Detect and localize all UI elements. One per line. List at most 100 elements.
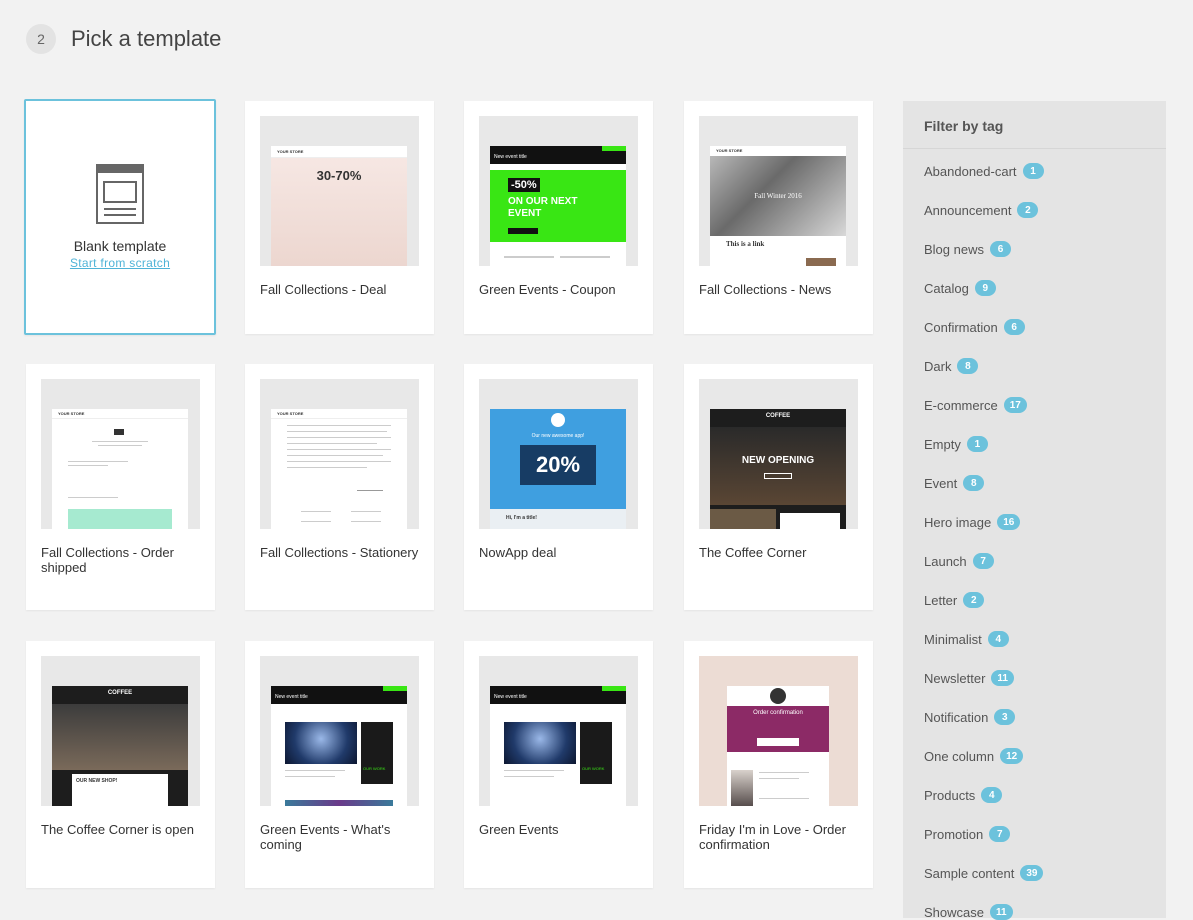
template-card[interactable]: YOUR STORE Fall Collections - Order ship… [26,364,215,610]
template-card[interactable]: Our new awesome app! 20% Hi, I'm a title… [464,364,653,610]
tag-count-badge: 11 [991,670,1014,686]
template-thumbnail: New event title OUR WORK [260,656,419,806]
tag-count-badge: 1 [1022,163,1044,179]
template-card[interactable]: New event title OUR WORK Green Events [464,641,653,888]
news-banner: Fall Winter 2016 [754,192,802,200]
template-card[interactable]: New event title -50% ON OUR NEXT EVENT G… [464,101,653,334]
step-number: 2 [26,24,56,54]
tag-count-badge: 17 [1003,397,1027,413]
tag-filter-item[interactable]: Hero image 16 [924,514,1021,530]
tag-filter-item[interactable]: Launch 7 [924,553,994,569]
tag-name: Newsletter [924,670,986,686]
template-thumbnail: YOUR STORE [260,379,419,529]
tag-name: Announcement [924,202,1012,218]
tag-count-badge: 6 [1003,319,1025,335]
tag-name: Launch [924,553,967,569]
tag-count-badge: 12 [1000,748,1024,764]
nowapp-discount: 20% [520,445,596,485]
template-label: Green Events - What's coming [260,822,391,852]
discount-badge: -50% [508,178,540,192]
template-thumbnail: YOUR STORE Fall Winter 2016 This is a li… [699,116,858,266]
tag-count-badge: 1 [966,436,988,452]
template-label: Friday I'm in Love - Order confirmation [699,822,846,852]
tag-filter-item[interactable]: Minimalist 4 [924,631,1009,647]
nowapp-sub: Our new awesome app! [531,433,585,439]
tag-filter-item[interactable]: Catalog 9 [924,280,996,296]
tag-filter-item[interactable]: Promotion 7 [924,826,1011,842]
tag-filter-item[interactable]: Newsletter 11 [924,670,1014,686]
template-thumbnail: New event title -50% ON OUR NEXT EVENT [479,116,638,266]
tag-name: One column [924,748,995,764]
tag-filter-item[interactable]: Abandoned-cart 1 [924,163,1044,179]
store-header: YOUR STORE [52,409,188,419]
page-title: Pick a template [71,26,222,51]
tag-name: Dark [924,358,952,374]
template-thumbnail: YOUR STORE 30-70% [260,116,419,266]
tag-filter-item[interactable]: Letter 2 [924,592,985,608]
template-thumbnail: Our new awesome app! 20% Hi, I'm a title… [479,379,638,529]
tag-filter-item[interactable]: Event 8 [924,475,985,491]
tag-count-badge: 8 [963,475,985,491]
step-header: 2 Pick a template [26,24,221,54]
work-label: OUR WORK [363,766,386,771]
template-thumbnail: New event title OUR WORK [479,656,638,806]
tag-name: Minimalist [924,631,982,647]
blank-template-title: Blank template [73,238,167,254]
tag-count-badge: 4 [981,787,1003,803]
tag-filter-sidebar: Filter by tag Abandoned-cart 1 Announcemen… [903,101,1166,920]
tag-filter-item[interactable]: Empty 1 [924,436,988,452]
tag-count-badge: 8 [957,358,979,374]
tag-filter-item[interactable]: Products 4 [924,787,1003,803]
tag-filter-item[interactable]: E-commerce 17 [924,397,1027,413]
template-card[interactable]: YOUR STORE Fall Collections - Stationery [245,364,434,610]
template-thumbnail: YOUR STORE [41,379,200,529]
tag-filter-item[interactable]: One column 12 [924,748,1024,764]
tag-name: Catalog [924,280,969,296]
tag-count-badge: 6 [989,241,1011,257]
template-card[interactable]: COFFEE NEW OPENING The Coffee Corner [684,364,873,610]
tag-count-badge: 16 [997,514,1021,530]
template-card[interactable]: Order confirmation Friday I'm in Love - … [684,641,873,888]
tag-name: Confirmation [924,319,998,335]
template-label: Fall Collections - Stationery [260,545,419,560]
coffee-headline: OUR NEW SHOP! [76,778,118,784]
template-card[interactable]: YOUR STORE Fall Winter 2016 This is a li… [684,101,873,334]
tag-name: Letter [924,592,958,608]
template-label: The Coffee Corner [699,545,807,560]
nowapp-footer: Hi, I'm a title! [490,509,626,529]
tag-name: Notification [924,709,989,725]
template-thumbnail: COFFEE NEW OPENING [699,379,858,529]
tag-count-badge: 3 [994,709,1016,725]
tag-filter-item[interactable]: Announcement 2 [924,202,1039,218]
tag-count-badge: 7 [989,826,1011,842]
tag-filter-item[interactable]: Confirmation 6 [924,319,1025,335]
template-card[interactable]: YOUR STORE 30-70% Fall Collections - Dea… [245,101,434,334]
tag-filter-item[interactable]: Sample content 39 [924,865,1044,881]
work-label: OUR WORK [582,766,605,771]
tag-count-badge: 4 [987,631,1009,647]
start-from-scratch-link[interactable]: Start from scratch [70,256,170,270]
template-card[interactable]: COFFEE OUR NEW SHOP! The Coffee Corner i… [26,641,215,888]
blank-template-card[interactable]: Blank template Start from scratch [24,99,216,335]
template-label: Fall Collections - News [699,282,832,297]
store-header: YOUR STORE [271,409,407,419]
template-label: The Coffee Corner is open [41,822,194,837]
template-label: Green Events - Coupon [479,282,616,297]
template-label: Green Events [479,822,559,837]
sidebar-title: Filter by tag [903,101,1166,149]
tag-filter-item[interactable]: Blog news 6 [924,241,1011,257]
tag-filter-item[interactable]: Dark 8 [924,358,979,374]
tag-count-badge: 7 [972,553,994,569]
tag-filter-item[interactable]: Notification 3 [924,709,1016,725]
tag-count-badge: 2 [963,592,985,608]
coupon-headline: ON OUR NEXT EVENT [508,196,578,219]
template-label: NowApp deal [479,545,557,560]
tag-name: Promotion [924,826,984,842]
coffee-brand: COFFEE [107,690,133,696]
coffee-brand: COFFEE [765,413,791,419]
tag-count-badge: 39 [1020,865,1044,881]
tag-count-badge: 2 [1017,202,1039,218]
template-card[interactable]: New event title OUR WORK Green Events - … [245,641,434,888]
tag-name: Event [924,475,958,491]
tag-name: Showcase [924,904,984,920]
